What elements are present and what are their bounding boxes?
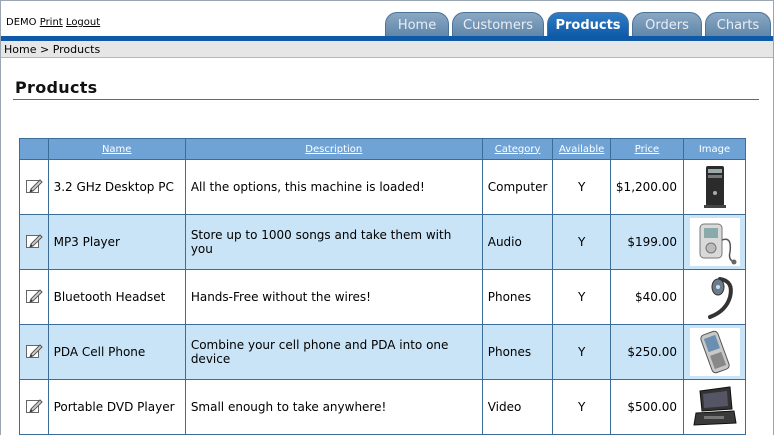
cell-available: Y xyxy=(552,214,611,270)
sort-price-link[interactable]: Price xyxy=(635,144,659,155)
cell-category: Phones xyxy=(481,269,554,325)
cell-category: Audio xyxy=(481,214,554,270)
edit-cell xyxy=(19,324,49,380)
cell-price: $250.00 xyxy=(609,324,685,380)
page-title: Products xyxy=(15,78,98,97)
products-table: Name Description Category Available Pric… xyxy=(19,138,746,435)
table-row: Portable DVD Player Small enough to take… xyxy=(19,379,746,435)
cell-category: Phones xyxy=(481,324,554,380)
cell-name: Bluetooth Headset xyxy=(47,269,186,325)
logout-link[interactable]: Logout xyxy=(66,17,100,28)
tab-customers-label: Customers xyxy=(463,17,533,33)
cell-image xyxy=(683,214,746,270)
sort-name-link[interactable]: Name xyxy=(102,144,132,155)
top-bar: DEMO Print Logout Home Customers Product… xyxy=(1,1,773,37)
breadcrumb-current: Products xyxy=(52,43,101,56)
desktop-pc-image xyxy=(689,163,740,211)
sort-available-link[interactable]: Available xyxy=(559,144,604,155)
sort-category-link[interactable]: Category xyxy=(495,144,541,155)
breadcrumb-home[interactable]: Home xyxy=(4,43,36,56)
cell-name: Portable DVD Player xyxy=(47,379,186,435)
main-tabs: Home Customers Products Orders Charts xyxy=(382,12,771,37)
tab-charts-label: Charts xyxy=(716,17,760,33)
header-category[interactable]: Category xyxy=(481,138,554,160)
cell-available: Y xyxy=(552,379,611,435)
user-links: DEMO Print Logout xyxy=(6,17,100,28)
print-link[interactable]: Print xyxy=(40,17,63,28)
breadcrumb: Home > Products xyxy=(1,41,773,58)
cell-name: MP3 Player xyxy=(47,214,186,270)
cell-available: Y xyxy=(552,269,611,325)
table-row: Bluetooth Headset Hands-Free without the… xyxy=(19,269,746,325)
cell-description: All the options, this machine is loaded! xyxy=(184,159,483,215)
edit-pencil-icon[interactable] xyxy=(25,397,43,415)
cell-category: Video xyxy=(481,379,554,435)
table-row: PDA Cell Phone Combine your cell phone a… xyxy=(19,324,746,380)
edit-cell xyxy=(19,379,49,435)
cell-description: Combine your cell phone and PDA into one… xyxy=(184,324,483,380)
header-image: Image xyxy=(683,138,746,160)
title-divider xyxy=(13,99,759,100)
breadcrumb-separator: > xyxy=(36,43,53,56)
edit-cell xyxy=(19,269,49,325)
tab-charts[interactable]: Charts xyxy=(705,12,771,37)
cell-price: $500.00 xyxy=(609,379,685,435)
cell-available: Y xyxy=(552,324,611,380)
sort-description-link[interactable]: Description xyxy=(305,144,362,155)
tab-products-label: Products xyxy=(555,17,621,33)
tab-products[interactable]: Products xyxy=(547,12,629,37)
table-row: MP3 Player Store up to 1000 songs and ta… xyxy=(19,214,746,270)
cell-image xyxy=(683,324,746,380)
cell-description: Store up to 1000 songs and take them wit… xyxy=(184,214,483,270)
bluetooth-headset-image xyxy=(689,273,740,321)
header-name[interactable]: Name xyxy=(47,138,186,160)
dvd-player-image xyxy=(689,383,740,431)
cell-image xyxy=(683,379,746,435)
cell-name: PDA Cell Phone xyxy=(47,324,186,380)
edit-pencil-icon[interactable] xyxy=(25,287,43,305)
header-price[interactable]: Price xyxy=(609,138,685,160)
cell-price: $40.00 xyxy=(609,269,685,325)
cell-price: $1,200.00 xyxy=(609,159,685,215)
cell-description: Small enough to take anywhere! xyxy=(184,379,483,435)
cell-name: 3.2 GHz Desktop PC xyxy=(47,159,186,215)
edit-cell xyxy=(19,214,49,270)
mp3-player-image xyxy=(689,218,740,266)
cell-category: Computer xyxy=(481,159,554,215)
table-row: 3.2 GHz Desktop PC All the options, this… xyxy=(19,159,746,215)
cell-price: $199.00 xyxy=(609,214,685,270)
edit-pencil-icon[interactable] xyxy=(25,342,43,360)
cell-image xyxy=(683,159,746,215)
tab-customers[interactable]: Customers xyxy=(452,12,544,37)
cell-description: Hands-Free without the wires! xyxy=(184,269,483,325)
header-description[interactable]: Description xyxy=(184,138,483,160)
pda-phone-image xyxy=(689,328,740,376)
cell-image xyxy=(683,269,746,325)
edit-cell xyxy=(19,159,49,215)
edit-pencil-icon[interactable] xyxy=(25,232,43,250)
header-available[interactable]: Available xyxy=(552,138,611,160)
username: DEMO xyxy=(6,17,37,28)
tab-orders[interactable]: Orders xyxy=(632,12,702,37)
tab-orders-label: Orders xyxy=(645,17,689,33)
table-header-row: Name Description Category Available Pric… xyxy=(19,138,746,160)
header-edit xyxy=(19,138,49,160)
cell-available: Y xyxy=(552,159,611,215)
tab-home[interactable]: Home xyxy=(385,12,449,37)
edit-pencil-icon[interactable] xyxy=(25,177,43,195)
tab-home-label: Home xyxy=(397,17,437,33)
